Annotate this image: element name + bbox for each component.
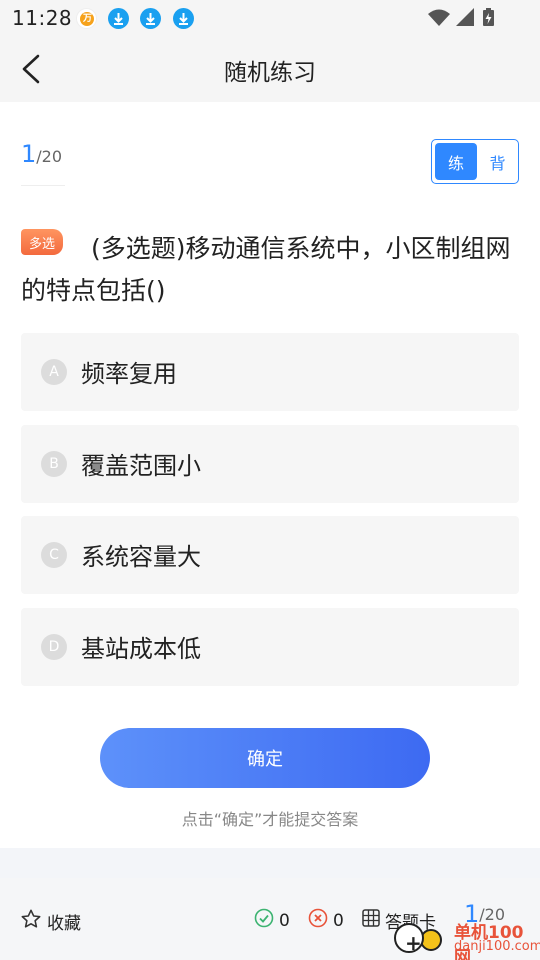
option-letter: A xyxy=(41,359,67,385)
download-icon xyxy=(140,8,161,29)
app-header: 随机练习 xyxy=(0,36,540,102)
battery-charging-icon xyxy=(483,8,494,26)
confirm-hint: 点击“确定”才能提交答案 xyxy=(181,810,359,829)
favorite-label: 收藏 xyxy=(47,914,81,934)
option-d[interactable]: D 基站成本低 xyxy=(21,608,519,686)
option-letter: C xyxy=(41,542,67,568)
download-icon xyxy=(173,8,194,29)
mode-switch: 练 背 xyxy=(431,139,519,184)
question-text: (多选题)移动通信系统中，小区制组网的特点包括() xyxy=(21,234,511,305)
option-c[interactable]: C 系统容量大 xyxy=(21,516,519,594)
check-circle-icon xyxy=(254,908,274,933)
watermark-logo-icon: + xyxy=(394,923,424,955)
watermark-url: danji100.com xyxy=(454,939,540,954)
mode-recite-button[interactable]: 背 xyxy=(477,140,518,183)
app-notification-icon: 万 xyxy=(76,8,97,29)
grid-icon xyxy=(362,909,380,932)
option-letter: D xyxy=(41,634,67,660)
mode-practice-button[interactable]: 练 xyxy=(435,143,477,180)
question-type-badge: 多选 xyxy=(21,229,63,255)
signal-icon xyxy=(456,8,474,26)
option-b[interactable]: B 覆盖范围小 xyxy=(21,425,519,503)
correct-count: 0 xyxy=(254,908,290,933)
option-text: 频率复用 xyxy=(81,360,177,388)
section-divider xyxy=(0,848,540,878)
progress-total: /20 xyxy=(36,147,63,166)
confirm-button[interactable]: 确定 xyxy=(100,728,430,788)
option-a[interactable]: A 频率复用 xyxy=(21,333,519,411)
correct-count-value: 0 xyxy=(279,910,290,931)
star-icon xyxy=(20,908,42,935)
progress-current: 1 xyxy=(21,140,37,168)
question-progress: 1/20 xyxy=(21,140,65,186)
option-letter: B xyxy=(41,451,67,477)
wrong-count: 0 xyxy=(308,908,344,933)
page-title: 随机练习 xyxy=(224,60,316,86)
wifi-icon xyxy=(428,9,450,26)
cross-circle-icon xyxy=(308,908,328,933)
status-bar: 11:28 万 xyxy=(0,0,540,36)
option-text: 覆盖范围小 xyxy=(81,452,201,480)
wrong-count-value: 0 xyxy=(333,910,344,931)
status-indicators xyxy=(428,8,498,32)
status-time: 11:28 xyxy=(12,6,73,30)
watermark: + 单机100网 danji100.com xyxy=(392,915,540,960)
download-icon xyxy=(108,8,129,29)
option-text: 系统容量大 xyxy=(81,543,201,571)
option-text: 基站成本低 xyxy=(81,635,201,663)
favorite-button[interactable]: 收藏 xyxy=(20,908,81,935)
